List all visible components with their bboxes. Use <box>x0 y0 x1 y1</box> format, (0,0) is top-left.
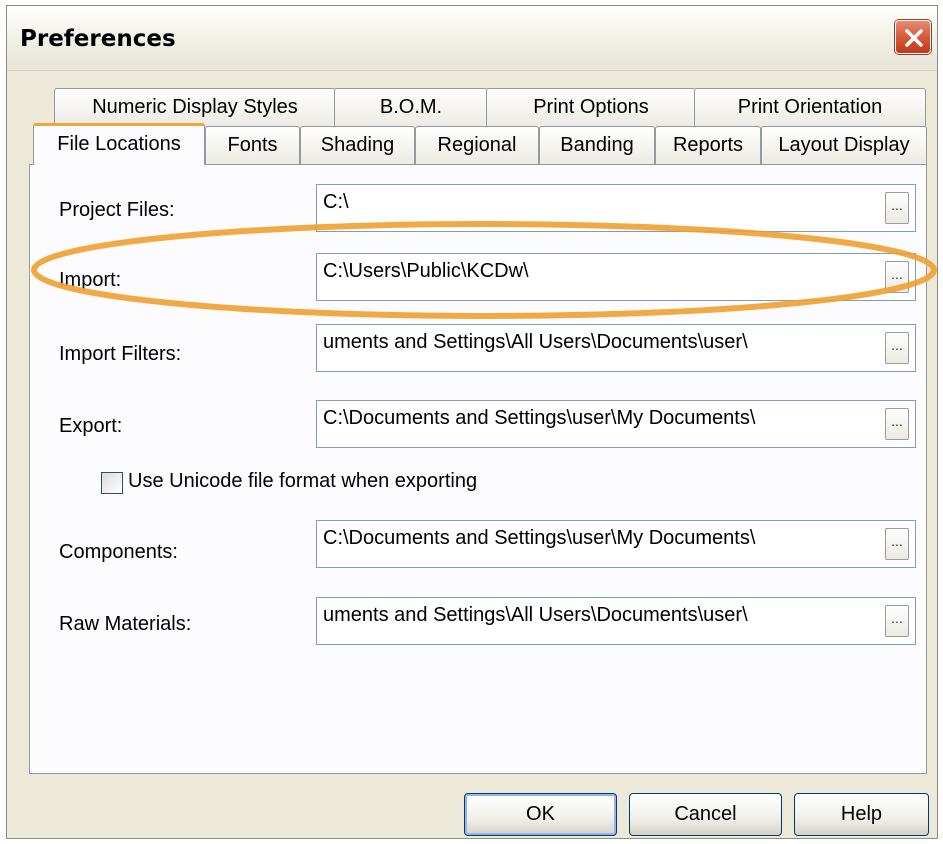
raw-materials-browse-button[interactable]: ... <box>885 605 909 637</box>
tab-regional[interactable]: Regional <box>415 126 539 164</box>
export-field[interactable]: C:\Documents and Settings\user\My Docume… <box>316 400 916 448</box>
tab-layout-display[interactable]: Layout Display <box>761 126 927 164</box>
unicode-checkbox-label[interactable]: Use Unicode file format when exporting <box>128 470 477 493</box>
components-value: C:\Documents and Settings\user\My Docume… <box>323 527 756 549</box>
tab-bom[interactable]: B.O.M. <box>334 88 488 126</box>
close-button[interactable] <box>895 20 931 54</box>
raw-materials-label: Raw Materials: <box>59 613 192 635</box>
tab-banding[interactable]: Banding <box>539 126 655 164</box>
import-value: C:\Users\Public\KCDw\ <box>323 260 529 282</box>
help-button[interactable]: Help <box>794 793 929 836</box>
cancel-button[interactable]: Cancel <box>629 793 782 836</box>
title-bar[interactable]: Preferences <box>7 6 937 71</box>
import-label: Import: <box>59 269 122 291</box>
ok-button[interactable]: OK <box>464 793 617 836</box>
import-browse-button[interactable]: ... <box>885 261 909 293</box>
close-icon <box>905 29 923 47</box>
preferences-dialog: Preferences Numeric Display Styles B.O.M… <box>6 5 938 839</box>
raw-materials-field[interactable]: uments and Settings\All Users\Documents\… <box>316 597 916 645</box>
project-files-value: C:\ <box>323 191 349 213</box>
tab-reports[interactable]: Reports <box>655 126 761 164</box>
dialog-title: Preferences <box>20 26 176 52</box>
tab-numeric-display-styles[interactable]: Numeric Display Styles <box>54 88 336 126</box>
unicode-checkbox[interactable] <box>101 472 123 494</box>
import-field[interactable]: C:\Users\Public\KCDw\ ... <box>316 253 916 301</box>
project-files-field[interactable]: C:\ ... <box>316 184 916 232</box>
components-label: Components: <box>59 541 178 563</box>
project-files-browse-button[interactable]: ... <box>885 192 909 224</box>
tab-file-locations[interactable]: File Locations <box>33 123 205 165</box>
import-filters-value: uments and Settings\All Users\Documents\… <box>323 331 748 353</box>
import-filters-field[interactable]: uments and Settings\All Users\Documents\… <box>316 324 916 372</box>
tab-fonts[interactable]: Fonts <box>205 126 300 164</box>
tab-shading[interactable]: Shading <box>300 126 415 164</box>
project-files-label: Project Files: <box>59 199 175 221</box>
export-browse-button[interactable]: ... <box>885 408 909 440</box>
components-field[interactable]: C:\Documents and Settings\user\My Docume… <box>316 520 916 568</box>
tab-print-orientation[interactable]: Print Orientation <box>694 88 926 126</box>
import-filters-browse-button[interactable]: ... <box>885 332 909 364</box>
components-browse-button[interactable]: ... <box>885 528 909 560</box>
import-filters-label: Import Filters: <box>59 343 182 365</box>
raw-materials-value: uments and Settings\All Users\Documents\… <box>323 604 748 626</box>
tab-print-options[interactable]: Print Options <box>486 88 696 126</box>
export-value: C:\Documents and Settings\user\My Docume… <box>323 407 756 429</box>
export-label: Export: <box>59 415 123 437</box>
